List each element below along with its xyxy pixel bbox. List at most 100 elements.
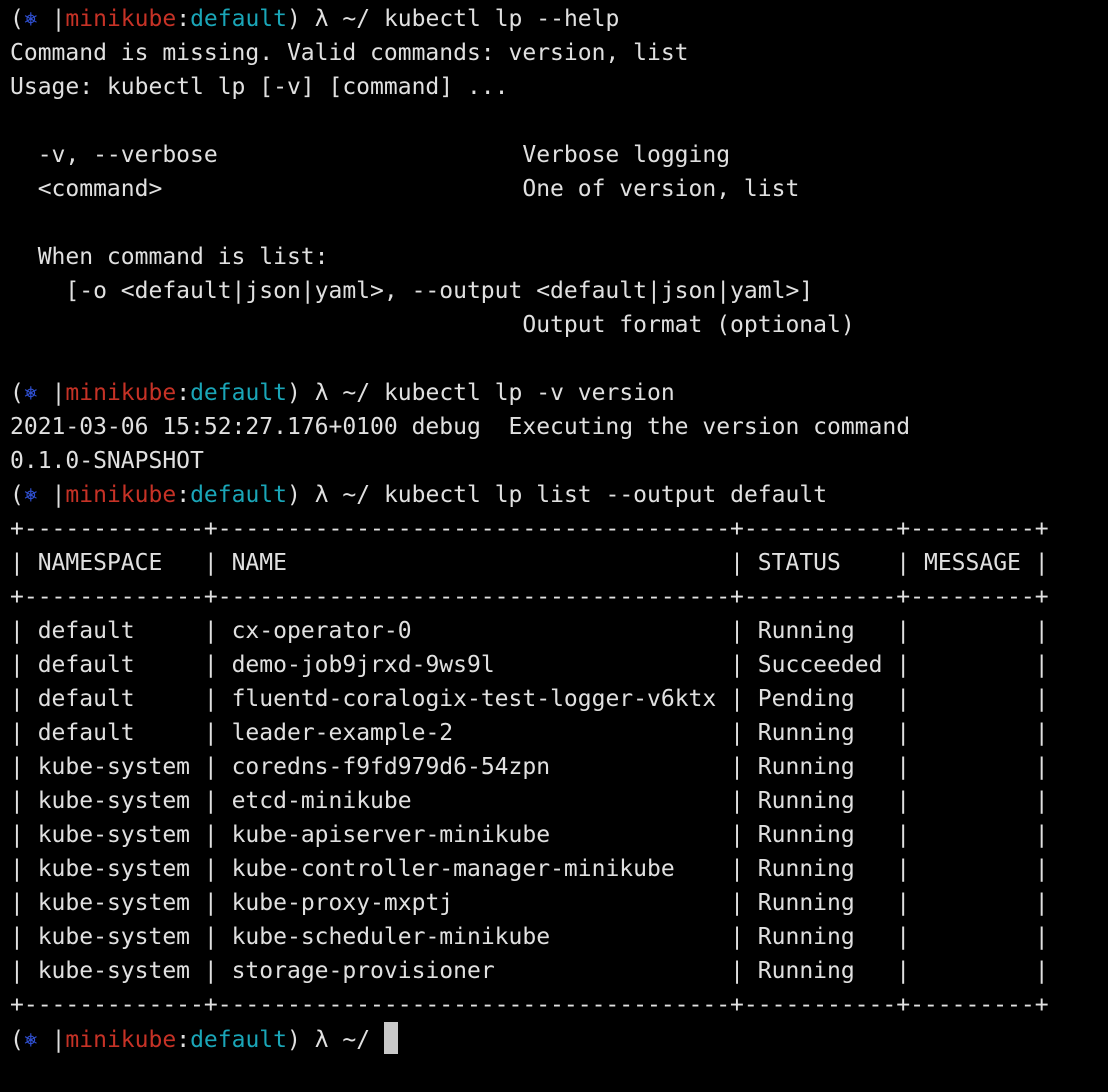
pod-table: +-------------+-------------------------…	[10, 512, 1108, 1022]
table-pipe: |	[190, 958, 232, 984]
table-pipe: |	[882, 754, 924, 780]
prompt-open: (	[10, 482, 24, 508]
cell-padding	[135, 652, 190, 678]
cell-padding	[135, 720, 190, 746]
table-pipe: |	[716, 754, 758, 780]
cell-padding	[924, 958, 1021, 984]
table-pipe: |	[1020, 822, 1049, 848]
prompt-namespace: default	[190, 1027, 287, 1053]
prompt-namespace: default	[190, 380, 287, 406]
kubernetes-helm-icon: ⎈	[23, 482, 38, 508]
table-pipe: |	[716, 890, 758, 916]
prompt-separator: |	[37, 482, 66, 508]
output-line: Command is missing. Valid commands: vers…	[10, 40, 689, 66]
table-pipe: |	[1020, 788, 1049, 814]
table-row: | kube-system | coredns-f9fd979d6-54zpn …	[10, 750, 1108, 784]
table-pipe: |	[882, 550, 924, 576]
cell-padding	[550, 924, 716, 950]
cell-padding	[924, 720, 1021, 746]
table-header: | NAMESPACE | NAME | STATUS | MESSAGE |	[10, 546, 1108, 580]
prompt-tail: ) λ ~/	[287, 6, 384, 32]
prompt-line-list: (⎈ |minikube:default) λ ~/ kubectl lp li…	[10, 478, 1108, 512]
cell-status: Running	[757, 856, 855, 882]
table-row: | kube-system | kube-apiserver-minikube …	[10, 818, 1108, 852]
prompt-namespace: default	[190, 6, 287, 32]
cell-padding	[924, 686, 1021, 712]
table-row: | default | demo-job9jrxd-9ws9l | Succee…	[10, 648, 1108, 682]
terminal-window[interactable]: (⎈ |minikube:default) λ ~/ kubectl lp --…	[0, 0, 1108, 1092]
cell-padding	[412, 618, 717, 644]
cell-namespace: kube-system	[37, 924, 191, 950]
table-pipe: |	[10, 788, 38, 814]
output-line: [-o <default|json|yaml>, --output <defau…	[10, 278, 814, 304]
table-pipe: |	[10, 686, 38, 712]
cell-padding	[841, 550, 883, 576]
table-pipe: |	[716, 550, 758, 576]
prompt-context: minikube	[65, 482, 177, 508]
table-pipe: |	[882, 686, 924, 712]
cell-padding	[855, 686, 883, 712]
kubernetes-helm-icon: ⎈	[23, 6, 38, 32]
command-text: kubectl lp list --output default	[383, 482, 828, 508]
table-row: | kube-system | storage-provisioner | Ru…	[10, 954, 1108, 988]
table-pipe: |	[1020, 958, 1049, 984]
cell-namespace: kube-system	[37, 788, 191, 814]
cell-padding	[855, 856, 883, 882]
cell-padding	[924, 788, 1021, 814]
table-pipe: |	[190, 822, 232, 848]
cell-padding	[855, 822, 883, 848]
cell-namespace: kube-system	[37, 958, 191, 984]
column-header-namespace: NAMESPACE	[37, 550, 163, 576]
table-pipe: |	[1020, 754, 1049, 780]
table-pipe: |	[190, 720, 232, 746]
prompt-open: (	[10, 6, 24, 32]
table-row: | default | cx-operator-0 | Running | |	[10, 614, 1108, 648]
table-pipe: |	[10, 890, 38, 916]
table-pipe: |	[716, 686, 758, 712]
output-line: <command> One of version, list	[10, 176, 800, 202]
table-pipe: |	[1020, 924, 1049, 950]
cell-name: fluentd-coralogix-test-logger-v6ktx	[231, 686, 717, 712]
table-pipe: |	[1020, 720, 1049, 746]
prompt-separator: |	[37, 1027, 66, 1053]
cell-padding	[550, 822, 716, 848]
cell-namespace: kube-system	[37, 890, 191, 916]
table-pipe: |	[10, 754, 38, 780]
cell-name: demo-job9jrxd-9ws9l	[231, 652, 495, 678]
cell-name: kube-apiserver-minikube	[231, 822, 551, 848]
table-pipe: |	[1020, 856, 1049, 882]
table-pipe: |	[882, 958, 924, 984]
table-pipe: |	[190, 856, 232, 882]
cell-name: kube-proxy-mxptj	[231, 890, 454, 916]
cell-name: coredns-f9fd979d6-54zpn	[231, 754, 551, 780]
table-pipe: |	[10, 720, 38, 746]
cell-status: Running	[757, 890, 855, 916]
table-pipe: |	[882, 720, 924, 746]
cell-padding	[162, 550, 190, 576]
kubernetes-helm-icon: ⎈	[23, 1027, 38, 1053]
table-row: | kube-system | kube-proxy-mxptj | Runni…	[10, 886, 1108, 920]
table-row: | kube-system | kube-controller-manager-…	[10, 852, 1108, 886]
table-pipe: |	[882, 856, 924, 882]
cell-status: Pending	[757, 686, 855, 712]
table-pipe: |	[10, 856, 38, 882]
command-text: kubectl lp --help	[383, 6, 620, 32]
table-pipe: |	[190, 618, 232, 644]
cell-padding	[495, 958, 717, 984]
table-pipe: |	[190, 652, 232, 678]
cell-padding	[855, 788, 883, 814]
column-header-message: MESSAGE	[923, 550, 1021, 576]
prompt-separator: |	[37, 6, 66, 32]
cell-namespace: default	[37, 618, 135, 644]
cell-padding	[495, 652, 717, 678]
prompt-tail: ) λ ~/	[287, 1027, 384, 1053]
cell-padding	[550, 754, 716, 780]
table-pipe: |	[716, 856, 758, 882]
table-pipe: |	[716, 618, 758, 644]
output-line: When command is list:	[10, 244, 329, 270]
table-pipe: |	[1020, 550, 1049, 576]
cell-status: Running	[757, 958, 855, 984]
text-cursor[interactable]	[383, 1022, 398, 1054]
